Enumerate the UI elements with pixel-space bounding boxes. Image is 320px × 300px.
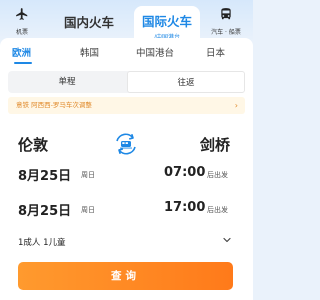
outbound-time[interactable]: 07:00 <box>164 165 205 180</box>
notice-text: 意铁 阿西西-罗马车次调整 <box>16 101 92 109</box>
search-card: 欧洲 韩国 中国港台 日本 单程 往返 意铁 阿西西-罗马车次调整 › 伦敦 剑… <box>0 38 253 300</box>
outbound-time-suffix: 后出发 <box>207 171 228 179</box>
tab-domestic-train[interactable]: 国内火车 <box>64 12 114 31</box>
departure-city[interactable]: 伦敦 <box>18 134 48 155</box>
region-tab-hk-tw[interactable]: 中国港台 <box>136 45 174 59</box>
notice-banner[interactable]: 意铁 阿西西-罗马车次调整 › <box>8 97 245 114</box>
region-tabs: 欧洲 韩国 中国港台 日本 <box>0 41 253 64</box>
region-tab-japan[interactable]: 日本 <box>206 45 225 59</box>
search-button[interactable]: 查询 <box>18 262 233 290</box>
region-tab-europe[interactable]: 欧洲 <box>12 45 31 59</box>
tab-international-train[interactable]: 国际火车 /中国港台 <box>134 6 200 42</box>
chevron-right-icon: › <box>234 101 238 110</box>
round-trip-option[interactable]: 往返 <box>127 71 245 93</box>
return-row[interactable]: 8月25日 周日 17:00 后出发 <box>0 198 253 224</box>
region-tab-korea[interactable]: 韩国 <box>80 45 99 59</box>
mode-bus-ship[interactable]: 汽车 · 船票 <box>204 6 248 36</box>
passenger-selector[interactable]: 1成人 1儿童 <box>18 236 66 248</box>
return-date[interactable]: 8月25日 <box>18 200 71 219</box>
arrival-city[interactable]: 剑桥 <box>200 134 230 155</box>
train-swap-icon[interactable] <box>112 130 140 158</box>
bus-icon <box>221 8 231 20</box>
outbound-row[interactable]: 8月25日 周日 07:00 后出发 <box>0 163 253 189</box>
return-weekday: 周日 <box>81 206 95 214</box>
outbound-weekday: 周日 <box>81 171 95 179</box>
outbound-date[interactable]: 8月25日 <box>18 165 71 184</box>
tab-international-label: 国际火车 <box>141 14 192 29</box>
mode-bus-label: 汽车 · 船票 <box>211 29 241 36</box>
mode-flight[interactable]: 机票 <box>6 6 38 36</box>
airplane-icon <box>16 8 28 20</box>
return-time[interactable]: 17:00 <box>164 200 205 215</box>
mode-tabs-bar: 机票 国内火车 国际火车 /中国港台 汽车 · 船票 <box>0 0 253 42</box>
one-way-option[interactable]: 单程 <box>8 71 126 93</box>
mode-flight-label: 机票 <box>15 29 28 36</box>
trip-type-toggle: 单程 往返 <box>8 71 245 93</box>
chevron-down-icon[interactable] <box>222 235 232 245</box>
region-active-underline <box>14 62 32 64</box>
return-time-suffix: 后出发 <box>207 206 228 214</box>
